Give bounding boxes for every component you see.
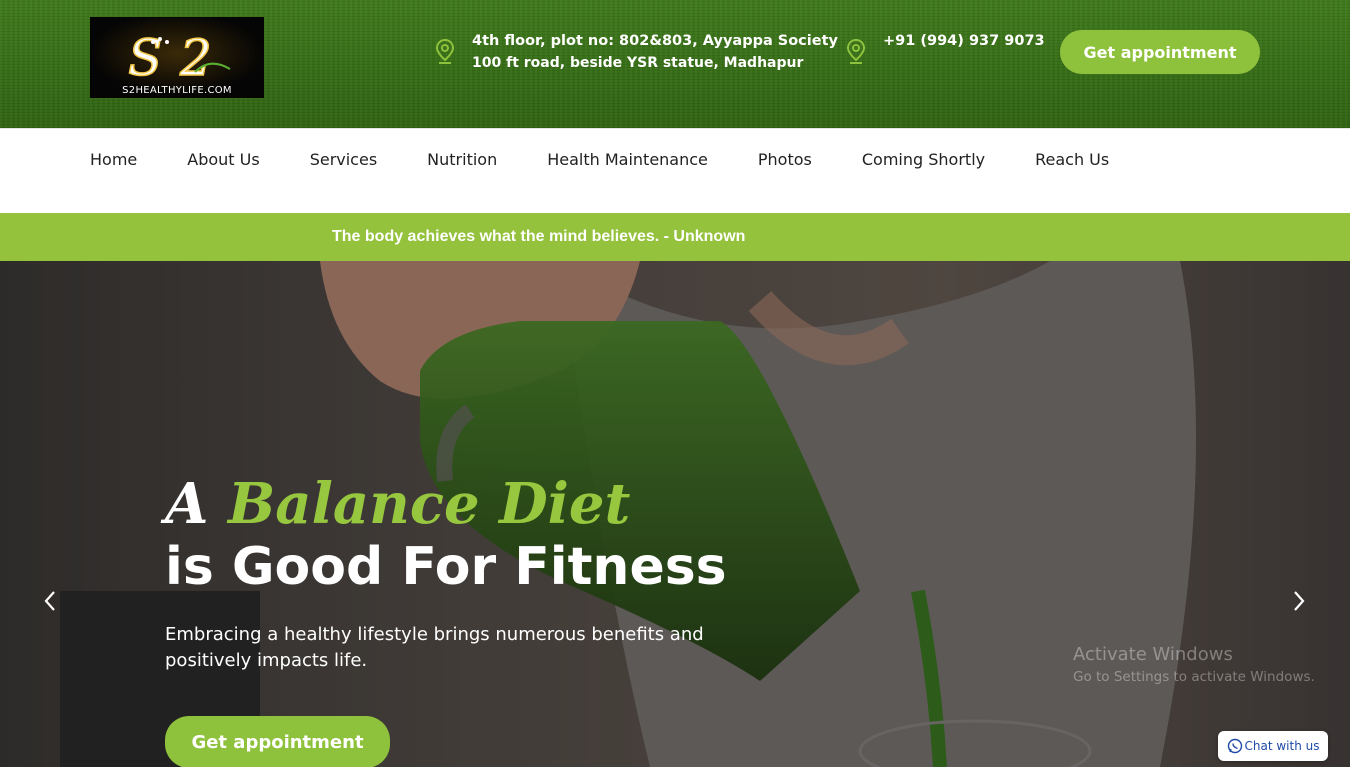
main-navigation: Home About Us Services Nutrition Health …	[0, 128, 1350, 213]
hero-title-prefix: A	[165, 471, 209, 537]
hero-appointment-button[interactable]: Get appointment	[165, 716, 390, 767]
hero-title-line-2: is Good For Fitness	[165, 537, 727, 597]
chevron-left-icon	[44, 591, 55, 611]
quote-banner: The body achieves what the mind believes…	[0, 213, 1350, 261]
nav-item-coming-shortly[interactable]: Coming Shortly	[862, 150, 985, 169]
nav-item-health-maintenance[interactable]: Health Maintenance	[547, 150, 708, 169]
svg-text:2: 2	[179, 29, 212, 87]
windows-activation-watermark: Activate Windows Go to Settings to activ…	[1073, 644, 1315, 685]
chat-label: Chat with us	[1244, 739, 1320, 753]
svg-text:S: S	[128, 29, 162, 87]
phone-number[interactable]: +91 (994) 937 9073	[883, 30, 1045, 52]
hero-title-line-1: A Balance Diet	[165, 471, 630, 537]
quote-text: The body achieves what the mind believes…	[332, 228, 746, 245]
hero-slider: A Balance Diet is Good For Fitness Embra…	[0, 261, 1350, 767]
slider-prev-button[interactable]	[30, 581, 70, 621]
address-line-2: 100 ft road, beside YSR statue, Madhapur	[472, 55, 804, 71]
location-pin-icon	[435, 38, 455, 64]
logo-text: S2HEALTHYLIFE.COM	[122, 85, 232, 96]
site-logo[interactable]: S 2 S2HEALTHYLIFE.COM	[90, 17, 264, 98]
location-pin-icon	[846, 38, 866, 64]
hero-description: Embracing a healthy lifestyle brings num…	[165, 624, 704, 671]
nav-item-services[interactable]: Services	[310, 150, 377, 169]
nav-item-home[interactable]: Home	[90, 150, 137, 169]
nav-item-reach-us[interactable]: Reach Us	[1035, 150, 1109, 169]
phone-block: +91 (994) 937 9073	[845, 30, 1045, 66]
hero-title-accent: Balance Diet	[227, 471, 631, 537]
nav-item-nutrition[interactable]: Nutrition	[427, 150, 497, 169]
chat-widget-button[interactable]: Chat with us	[1218, 731, 1328, 761]
nav-item-about-us[interactable]: About Us	[187, 150, 259, 169]
chevron-right-icon	[1294, 591, 1305, 611]
watermark-line-1: Activate Windows	[1073, 644, 1233, 665]
address-line-1: 4th floor, plot no: 802&803, Ayyappa Soc…	[472, 33, 838, 49]
watermark-line-2: Go to Settings to activate Windows.	[1073, 669, 1315, 685]
slider-next-button[interactable]	[1279, 581, 1319, 621]
top-header: S 2 S2HEALTHYLIFE.COM 4th floor, plot no…	[0, 0, 1350, 128]
whatsapp-icon	[1227, 738, 1242, 754]
nav-item-photos[interactable]: Photos	[758, 150, 812, 169]
address-block: 4th floor, plot no: 802&803, Ayyappa Soc…	[434, 30, 838, 74]
header-appointment-button[interactable]: Get appointment	[1060, 30, 1260, 74]
